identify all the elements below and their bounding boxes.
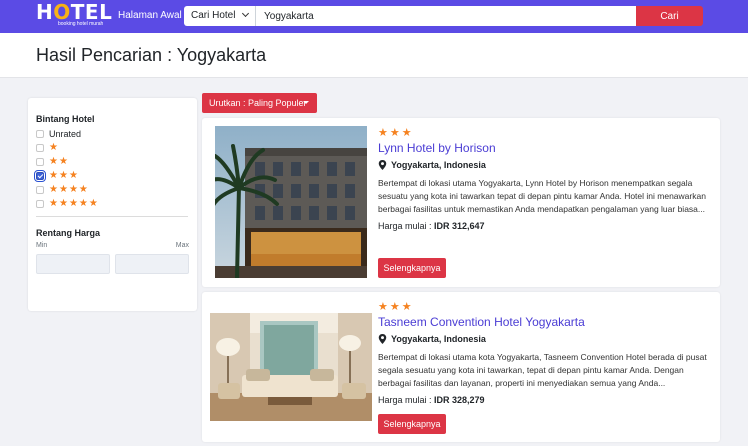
hotel-location-text: Yogyakarta, Indonesia xyxy=(391,160,486,170)
title-band: Hasil Pencarian : Yogyakarta xyxy=(0,33,748,78)
hotel-location: Yogyakarta, Indonesia xyxy=(378,160,486,170)
checkbox-3-star[interactable] xyxy=(34,169,46,182)
hotel-star-rating: ★ ★ ★ xyxy=(378,127,414,139)
star-icon: ★ xyxy=(378,301,388,313)
hotel-star-rating: ★ ★ ★ xyxy=(378,301,414,313)
map-pin-icon xyxy=(378,334,387,344)
star-icon: ★ xyxy=(78,197,88,209)
hotel-price: Harga mulai : IDR 328,279 xyxy=(378,395,485,405)
star-icon: ★ xyxy=(49,197,58,209)
filter-4-star[interactable]: ★ ★ ★ ★ xyxy=(36,184,89,195)
star-icon: ★ xyxy=(68,197,78,209)
hotel-location: Yogyakarta, Indonesia xyxy=(378,334,486,344)
site-logo[interactable]: HOTEL booking hotel murah xyxy=(36,1,112,27)
price-min-label: Min xyxy=(36,242,48,249)
sort-dropdown-button[interactable]: Urutkan : Paling Populer xyxy=(202,93,317,113)
star-icon: ★ xyxy=(49,141,58,153)
hotel-price-value: IDR 328,279 xyxy=(434,395,485,405)
search-type-value: Cari Hotel xyxy=(191,10,236,21)
star-icon: ★ xyxy=(58,155,68,167)
details-button[interactable]: Selengkapnya xyxy=(378,258,446,278)
hotel-description: Bertempat di lokasi utama kota Yogyakart… xyxy=(378,352,707,388)
star-icon: ★ xyxy=(378,127,388,139)
search-type-select[interactable]: Cari Hotel xyxy=(184,6,256,26)
hotel-card: ★ ★ ★ Lynn Hotel by Horison Yogyakarta, In… xyxy=(202,118,720,287)
checkbox-1-star[interactable] xyxy=(36,143,44,152)
nav-home-link[interactable]: Halaman Awal xyxy=(118,10,182,21)
hotel-price-label: Harga mulai : xyxy=(378,395,435,405)
hotel-price-label: Harga mulai : xyxy=(378,221,435,231)
map-pin-icon xyxy=(378,160,387,170)
hotel-description: Bertempat di lokasi utama Yogyakarta, Ly… xyxy=(378,178,706,214)
hotel-price: Harga mulai : IDR 312,647 xyxy=(378,221,485,231)
hotel-location-text: Yogyakarta, Indonesia xyxy=(391,334,486,344)
price-max-label: Max xyxy=(175,242,189,249)
checkbox-4-star[interactable] xyxy=(36,185,44,194)
star-icon: ★ xyxy=(68,183,78,195)
filter-2-star[interactable]: ★ ★ xyxy=(36,156,69,167)
hotel-image[interactable] xyxy=(210,313,372,421)
details-button[interactable]: Selengkapnya xyxy=(378,414,446,434)
filter-unrated[interactable]: Unrated xyxy=(36,128,81,139)
star-icon: ★ xyxy=(401,127,412,139)
star-icon: ★ xyxy=(389,301,400,313)
star-filter-heading: Bintang Hotel xyxy=(36,114,95,124)
logo-tagline: booking hotel murah xyxy=(58,21,104,27)
price-max-input[interactable] xyxy=(115,254,189,274)
logo-wordmark: HOTEL xyxy=(36,0,113,24)
hotel-name-link[interactable]: Lynn Hotel by Horison xyxy=(378,141,496,155)
star-icon: ★ xyxy=(58,169,68,181)
star-icon: ★ xyxy=(68,169,78,181)
hotel-card: ★ ★ ★ Tasneem Convention Hotel Yogyakarta … xyxy=(202,292,720,442)
page-title: Hasil Pencarian : Yogyakarta xyxy=(36,45,267,65)
filter-1-star[interactable]: ★ xyxy=(36,142,59,153)
sort-label: Urutkan : Paling Populer xyxy=(209,98,307,108)
unrated-label: Unrated xyxy=(49,128,82,139)
filter-divider xyxy=(36,216,188,217)
filter-sidebar: Bintang Hotel Unrated ★ ★ ★ ★ ★ ★ ★ ★ ★ ★ ★ ★ ★ ★… xyxy=(28,98,197,311)
hotel-name-link[interactable]: Tasneem Convention Hotel Yogyakarta xyxy=(378,315,585,329)
star-icon: ★ xyxy=(49,183,58,195)
filter-5-star[interactable]: ★ ★ ★ ★ ★ xyxy=(36,198,99,209)
star-icon: ★ xyxy=(58,183,68,195)
star-icon: ★ xyxy=(389,127,400,139)
filter-3-star[interactable]: ★ ★ ★ xyxy=(34,169,79,182)
price-range-heading: Rentang Harga xyxy=(36,228,101,238)
hotel-image[interactable] xyxy=(215,126,367,278)
caret-down-icon xyxy=(303,101,309,104)
search-button[interactable]: Cari xyxy=(636,6,703,26)
star-icon: ★ xyxy=(49,155,58,167)
search-input[interactable] xyxy=(256,6,636,26)
star-icon: ★ xyxy=(88,197,98,209)
hotel-price-value: IDR 312,647 xyxy=(434,221,485,231)
checkbox-2-star[interactable] xyxy=(36,157,44,166)
checkbox-unrated[interactable] xyxy=(36,129,44,138)
top-navbar: HOTEL booking hotel murah Halaman Awal C… xyxy=(0,0,748,33)
chevron-down-icon xyxy=(241,9,250,18)
star-icon: ★ xyxy=(58,197,68,209)
price-min-input[interactable] xyxy=(36,254,110,274)
star-icon: ★ xyxy=(49,169,58,181)
checkbox-5-star[interactable] xyxy=(36,199,44,208)
star-icon: ★ xyxy=(78,183,88,195)
star-icon: ★ xyxy=(401,301,412,313)
